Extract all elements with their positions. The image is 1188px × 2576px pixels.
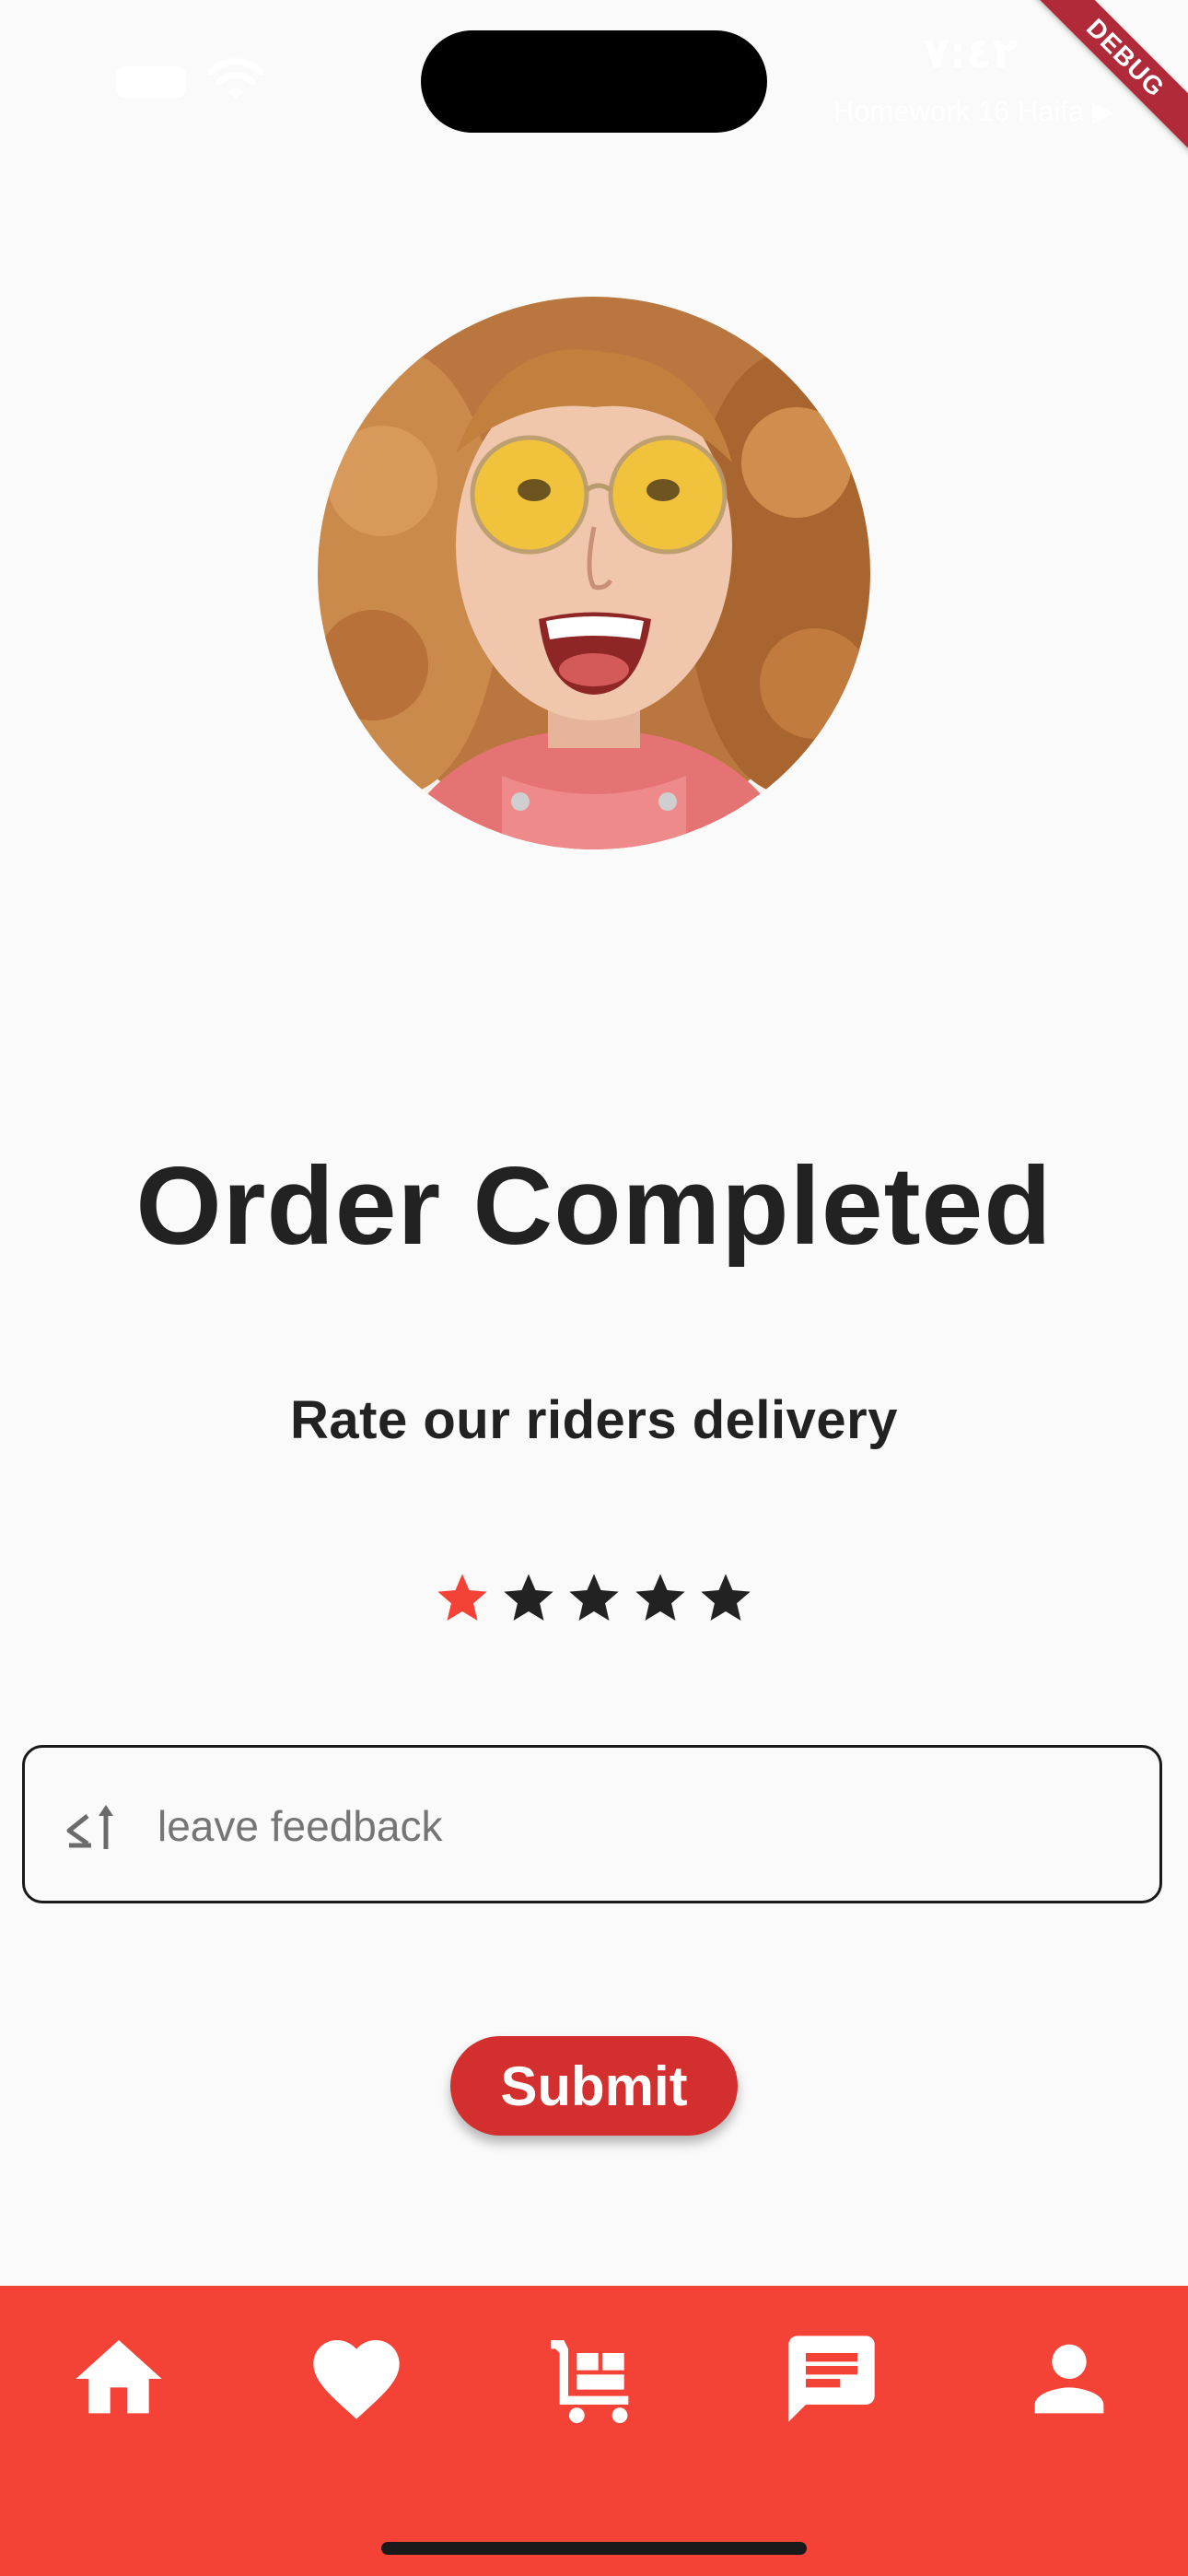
star-icon[interactable] xyxy=(696,1569,755,1628)
star-icon[interactable] xyxy=(565,1569,623,1628)
battery-icon xyxy=(116,66,186,98)
bottom-navigation-bar xyxy=(0,2286,1188,2576)
cart-icon xyxy=(551,2340,629,2424)
feedback-input[interactable] xyxy=(156,1775,1136,1877)
page-title: Order Completed xyxy=(135,1144,1053,1268)
dynamic-island xyxy=(421,30,767,133)
status-time: ٧:٤٢ xyxy=(923,28,1019,77)
chat-icon xyxy=(788,2336,875,2422)
nav-item-favorites[interactable] xyxy=(297,2319,416,2439)
star-icon[interactable] xyxy=(499,1569,558,1628)
feedback-field[interactable] xyxy=(22,1745,1162,1903)
home-indicator xyxy=(381,2542,807,2555)
order-completed-screen: ٧:٤٢ Homework 16 Haifa ▶ DEBUG Order Com… xyxy=(0,0,1188,2576)
back-to-app-link[interactable]: Homework 16 Haifa ▶ xyxy=(833,95,1156,128)
nav-item-messages[interactable] xyxy=(772,2319,891,2439)
person-icon xyxy=(1034,2344,1104,2414)
nav-item-home[interactable] xyxy=(59,2319,179,2439)
star-icon[interactable] xyxy=(433,1569,492,1628)
home-icon xyxy=(76,2340,162,2414)
star-rating[interactable] xyxy=(433,1566,755,1631)
wifi-icon xyxy=(208,58,263,100)
debug-banner: DEBUG xyxy=(1007,0,1188,176)
status-bar: ٧:٤٢ Homework 16 Haifa ▶ DEBUG xyxy=(0,0,1188,176)
text-direction-icon xyxy=(66,1805,113,1849)
heart-icon xyxy=(313,2340,400,2419)
nav-item-profile[interactable] xyxy=(1009,2319,1129,2439)
nav-item-cart[interactable] xyxy=(534,2319,654,2439)
rating-prompt: Rate our riders delivery xyxy=(290,1390,898,1450)
user-avatar-photo xyxy=(318,297,870,849)
submit-button[interactable]: Submit xyxy=(450,2036,738,2136)
star-icon[interactable] xyxy=(631,1569,690,1628)
